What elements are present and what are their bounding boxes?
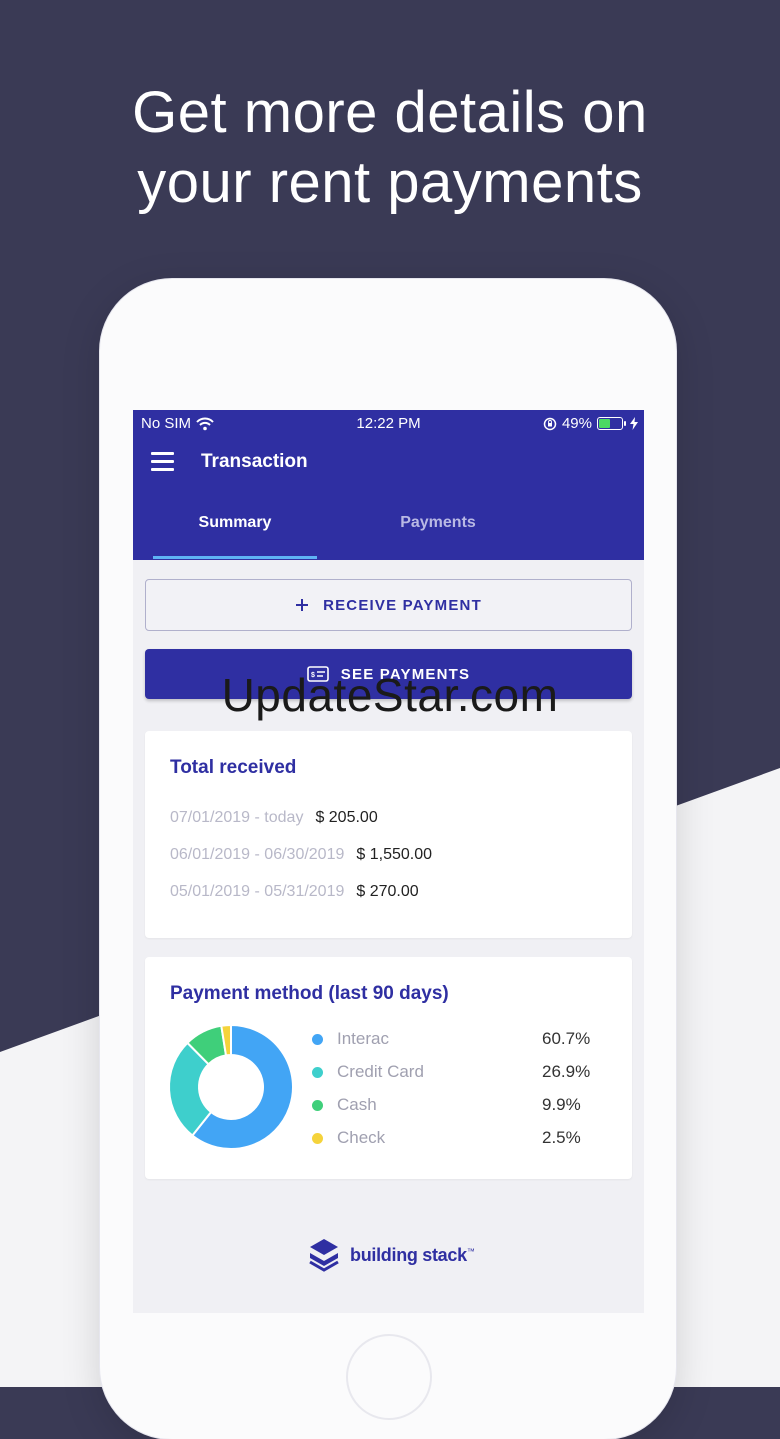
legend-percent: 9.9% [542, 1095, 581, 1114]
hamburger-icon[interactable] [151, 452, 175, 474]
payment-method-donut-chart [168, 1023, 294, 1150]
legend-name: Interac [337, 1029, 389, 1048]
legend-name: Cash [337, 1095, 377, 1114]
battery-percent: 49% [561, 415, 592, 432]
rotation-lock-icon [543, 417, 557, 430]
phone-screen: No SIM 12:22 PM 49% Transaction Summary … [133, 410, 644, 1313]
total-row: 06/01/2019 - 06/30/2019 $ 1,550.00 [170, 846, 432, 864]
legend-percent: 60.7% [542, 1029, 591, 1048]
legend-name: Check [337, 1128, 386, 1147]
total-row-range: 07/01/2019 - today [170, 809, 304, 826]
legend-dot [312, 1133, 323, 1144]
total-received-title: Total received [170, 757, 297, 778]
total-row: 07/01/2019 - today $ 205.00 [170, 809, 378, 827]
total-row-amount: $ 270.00 [356, 883, 419, 900]
app-bar: Transaction [133, 436, 644, 560]
total-row: 05/01/2019 - 05/31/2019 $ 270.00 [170, 883, 419, 901]
legend-item-cash: Cash 9.9% [312, 1095, 592, 1117]
legend-dot [312, 1100, 323, 1111]
legend-percent: 26.9% [542, 1062, 591, 1081]
legend-percent: 2.5% [542, 1128, 581, 1147]
tab-indicator [153, 556, 317, 559]
brand-name: building stack™ [350, 1244, 475, 1265]
legend-name: Credit Card [337, 1062, 424, 1081]
headline-line-1: Get more details on [132, 80, 648, 145]
watermark: UpdateStar.com [221, 669, 559, 721]
receive-payment-button[interactable]: RECEIVE PAYMENT [145, 579, 632, 631]
legend-dot [312, 1034, 323, 1045]
page-title: Transaction [201, 451, 308, 472]
legend-item-check: Check 2.5% [312, 1128, 592, 1150]
headline: Get more details on your rent payments [0, 78, 780, 218]
home-button[interactable] [346, 1334, 432, 1420]
legend-dot [312, 1067, 323, 1078]
total-row-amount: $ 205.00 [315, 809, 378, 826]
stack-logo-icon [309, 1239, 339, 1272]
bolt-icon [630, 417, 638, 430]
headline-line-2: your rent payments [137, 150, 643, 215]
tab-payments[interactable]: Payments [356, 514, 520, 532]
brand-footer: building stack™ [308, 1238, 475, 1272]
status-bar: No SIM 12:22 PM 49% [133, 410, 644, 436]
plus-icon [296, 599, 309, 611]
battery-icon [597, 417, 626, 430]
payment-method-title: Payment method (last 90 days) [170, 983, 449, 1004]
receive-payment-label: RECEIVE PAYMENT [323, 596, 482, 614]
total-row-amount: $ 1,550.00 [356, 846, 432, 863]
payment-method-card: Payment method (last 90 days) Interac 60… [145, 957, 632, 1179]
total-row-range: 05/01/2019 - 05/31/2019 [170, 883, 345, 900]
tab-summary[interactable]: Summary [153, 514, 317, 532]
legend-item-interac: Interac 60.7% [312, 1029, 592, 1051]
legend-item-credit-card: Credit Card 26.9% [312, 1062, 592, 1084]
total-row-range: 06/01/2019 - 06/30/2019 [170, 846, 345, 863]
total-received-card: Total received 07/01/2019 - today $ 205.… [145, 731, 632, 938]
